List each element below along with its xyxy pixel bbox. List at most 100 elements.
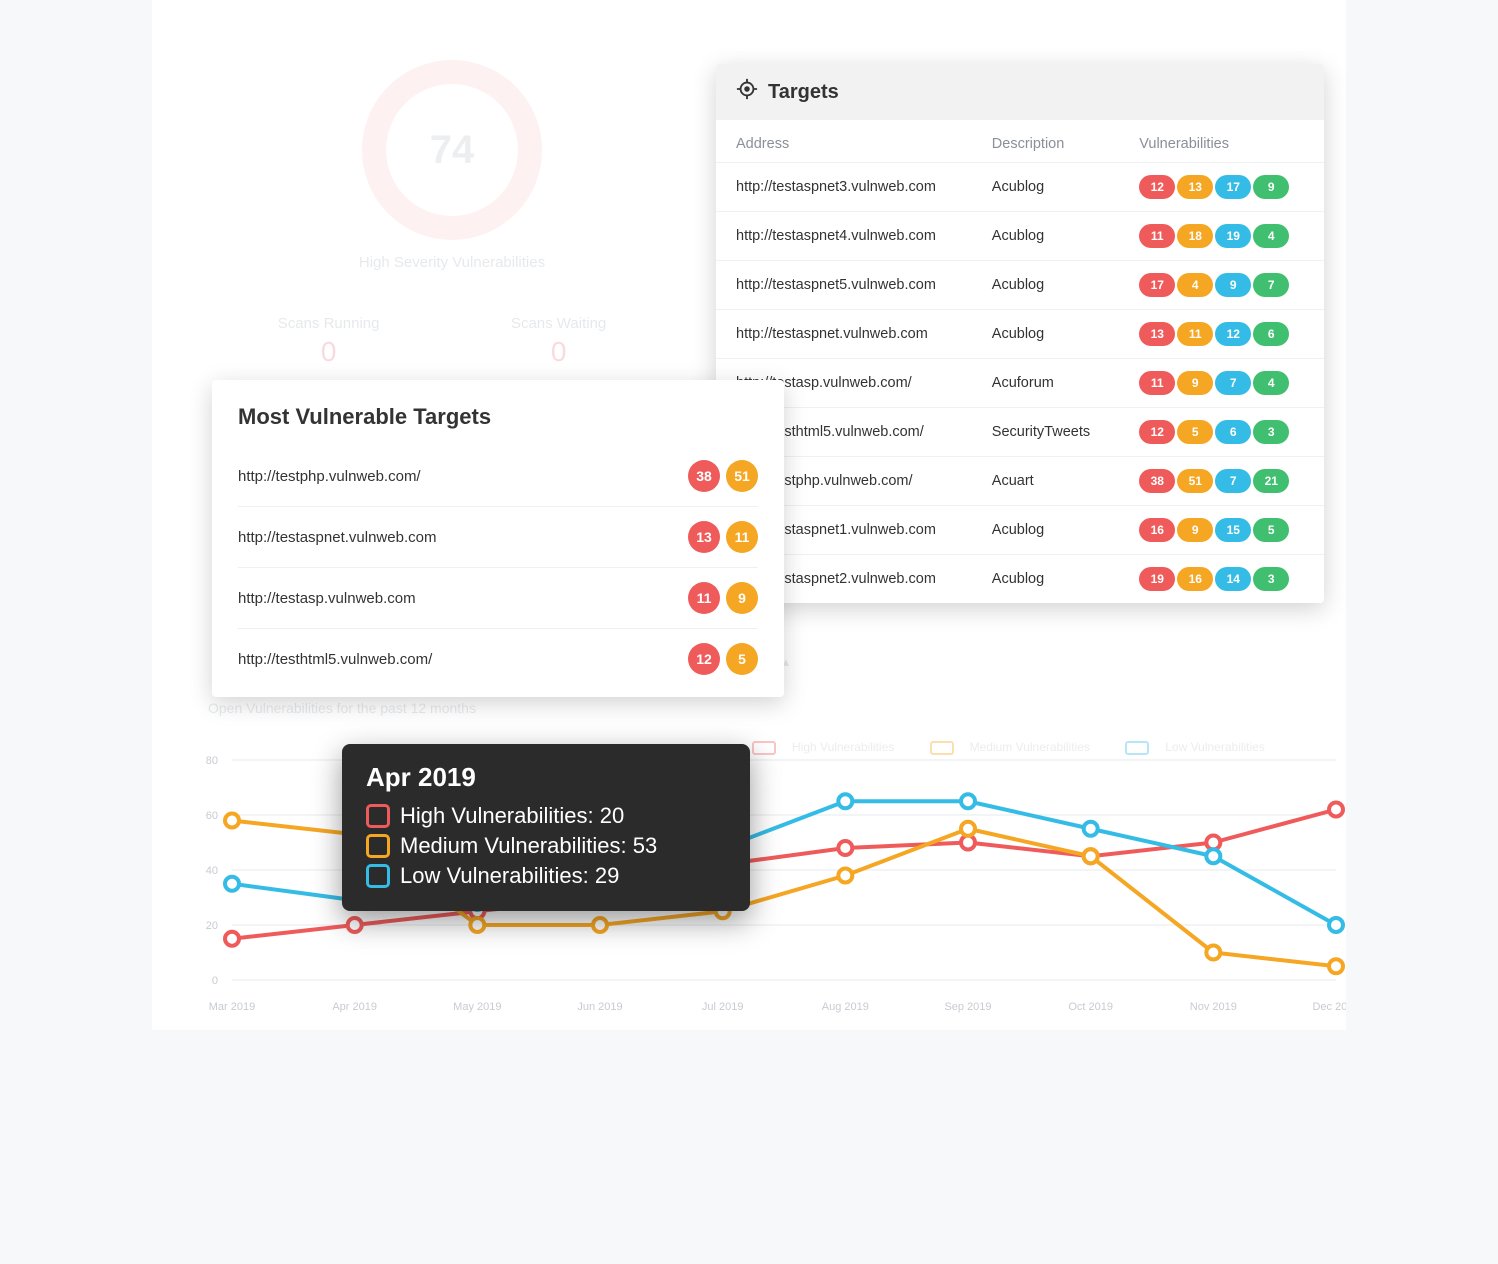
severity-badge: 21 [1253, 469, 1289, 493]
severity-badge: 11 [1177, 322, 1213, 346]
severity-badge: 11 [726, 521, 758, 553]
mvt-title: Most Vulnerable Targets [238, 404, 758, 430]
table-row[interactable]: http://testaspnet2.vulnweb.comAcublog191… [716, 555, 1324, 604]
list-item[interactable]: http://testphp.vulnweb.com/3851 [238, 446, 758, 506]
target-vuln-badges: 1311126 [1119, 310, 1324, 359]
target-description: Acuart [972, 457, 1119, 506]
target-vuln-badges: 169155 [1119, 506, 1324, 555]
severity-badge: 13 [688, 521, 720, 553]
open-vulns-title: Open Vulnerabilities for the past 12 mon… [208, 700, 476, 716]
target-vuln-badges: 12563 [1119, 408, 1324, 457]
severity-badge: 5 [1253, 518, 1289, 542]
targets-title: Targets [768, 81, 839, 104]
table-row[interactable]: http://testaspnet4.vulnweb.comAcublog111… [716, 212, 1324, 261]
severity-badge: 11 [1139, 371, 1175, 395]
col-description: Description [972, 120, 1119, 163]
target-description: Acublog [972, 163, 1119, 212]
col-vulnerabilities: Vulnerabilities [1119, 120, 1324, 163]
mvt-address: http://testasp.vulnweb.com [238, 590, 416, 607]
severity-badge: 9 [1253, 175, 1289, 199]
scans-waiting-value: 0 [511, 336, 606, 368]
svg-text:Dec 2019: Dec 2019 [1312, 1001, 1346, 1013]
target-address: http://testaspnet4.vulnweb.com [716, 212, 972, 261]
table-row[interactable]: http://testphp.vulnweb.com/Acuart3851721 [716, 457, 1324, 506]
severity-badge: 19 [1215, 224, 1251, 248]
target-vuln-badges: 1916143 [1119, 555, 1324, 604]
col-address: Address [716, 120, 972, 163]
severity-badge: 4 [1253, 224, 1289, 248]
target-description: Acublog [972, 212, 1119, 261]
donut-value: 74 [430, 128, 475, 173]
list-item[interactable]: http://testasp.vulnweb.com 119 [238, 567, 758, 628]
target-address: http://testaspnet5.vulnweb.com [716, 261, 972, 310]
severity-badge: 7 [1215, 371, 1251, 395]
target-address: http://testaspnet3.vulnweb.com [716, 163, 972, 212]
severity-badge: 4 [1177, 273, 1213, 297]
severity-badge: 12 [688, 643, 720, 675]
severity-badge: 13 [1139, 322, 1175, 346]
scans-running-label: Scans Running [278, 315, 380, 332]
target-description: Acublog [972, 506, 1119, 555]
severity-badge: 17 [1215, 175, 1251, 199]
targets-header: Targets [716, 64, 1324, 120]
svg-text:Aug 2019: Aug 2019 [822, 1001, 869, 1013]
svg-text:Sep 2019: Sep 2019 [944, 1001, 991, 1013]
severity-badge: 12 [1139, 175, 1175, 199]
severity-badge: 6 [1253, 322, 1289, 346]
tooltip-title: Apr 2019 [366, 762, 726, 793]
most-vulnerable-targets-panel: Most Vulnerable Targets http://testphp.v… [212, 380, 784, 697]
target-address: http://testaspnet.vulnweb.com [716, 310, 972, 359]
target-description: Acublog [972, 261, 1119, 310]
severity-badge: 14 [1215, 567, 1251, 591]
severity-badge: 11 [688, 582, 720, 614]
target-description: Acuforum [972, 359, 1119, 408]
severity-badge: 51 [726, 460, 758, 492]
svg-text:Jun 2019: Jun 2019 [577, 1001, 622, 1013]
target-description: SecurityTweets [972, 408, 1119, 457]
severity-badge: 7 [1215, 469, 1251, 493]
swatch-medium-icon [366, 834, 390, 858]
table-row[interactable]: http://testaspnet.vulnweb.comAcublog1311… [716, 310, 1324, 359]
table-row[interactable]: http://testaspnet1.vulnweb.comAcublog169… [716, 506, 1324, 555]
svg-text:0: 0 [212, 975, 218, 987]
severity-badge: 3 [1253, 420, 1289, 444]
severity-badge: 16 [1177, 567, 1213, 591]
donut-label: High Severity Vulnerabilities [352, 254, 552, 271]
svg-text:May 2019: May 2019 [453, 1001, 501, 1013]
chart-tooltip: Apr 2019 High Vulnerabilities: 20 Medium… [342, 744, 750, 911]
severity-badge: 38 [688, 460, 720, 492]
severity-badge: 18 [1177, 224, 1213, 248]
target-description: Acublog [972, 310, 1119, 359]
severity-badge: 4 [1253, 371, 1289, 395]
svg-text:Apr 2019: Apr 2019 [332, 1001, 377, 1013]
severity-badge: 9 [1215, 273, 1251, 297]
list-item[interactable]: http://testhtml5.vulnweb.com/125 [238, 628, 758, 689]
svg-text:Jul 2019: Jul 2019 [702, 1001, 744, 1013]
targets-panel: Targets Address Description Vulnerabilit… [716, 64, 1324, 603]
severity-badge: 16 [1139, 518, 1175, 542]
svg-text:Nov 2019: Nov 2019 [1190, 1001, 1237, 1013]
severity-badge: 5 [1177, 420, 1213, 444]
high-severity-donut: 74 High Severity Vulnerabilities [352, 60, 552, 271]
severity-badge: 9 [726, 582, 758, 614]
list-item[interactable]: http://testaspnet.vulnweb.com 1311 [238, 506, 758, 567]
severity-badge: 38 [1139, 469, 1175, 493]
table-row[interactable]: http://testaspnet3.vulnweb.comAcublog121… [716, 163, 1324, 212]
svg-text:80: 80 [206, 755, 218, 767]
svg-text:20: 20 [206, 920, 218, 932]
severity-badge: 7 [1253, 273, 1289, 297]
table-row[interactable]: http://testhtml5.vulnweb.com/SecurityTwe… [716, 408, 1324, 457]
mvt-address: http://testhtml5.vulnweb.com/ [238, 651, 432, 668]
table-row[interactable]: http://testaspnet5.vulnweb.comAcublog174… [716, 261, 1324, 310]
severity-badge: 12 [1215, 322, 1251, 346]
scans-waiting-label: Scans Waiting [511, 315, 606, 332]
table-row[interactable]: http://testasp.vulnweb.com/Acuforum11974 [716, 359, 1324, 408]
target-vuln-badges: 1213179 [1119, 163, 1324, 212]
target-vuln-badges: 17497 [1119, 261, 1324, 310]
severity-badge: 17 [1139, 273, 1175, 297]
target-description: Acublog [972, 555, 1119, 604]
severity-badge: 51 [1177, 469, 1213, 493]
svg-text:60: 60 [206, 810, 218, 822]
severity-badge: 5 [726, 643, 758, 675]
mvt-address: http://testaspnet.vulnweb.com [238, 529, 436, 546]
